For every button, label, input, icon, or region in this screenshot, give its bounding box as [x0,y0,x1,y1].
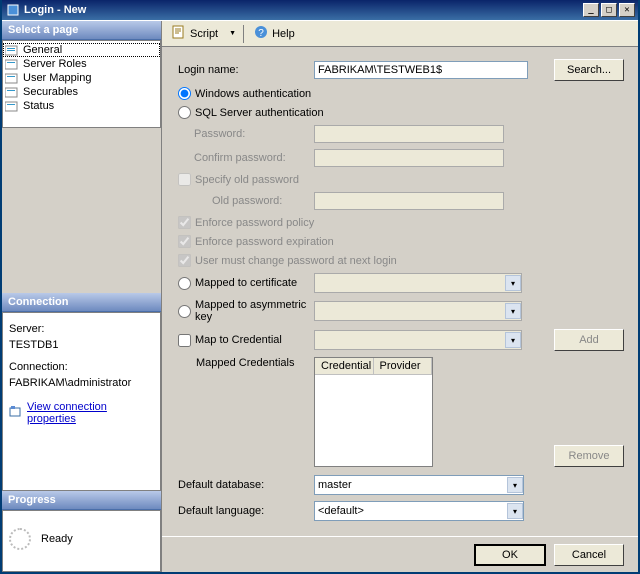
search-button[interactable]: Search... [554,59,624,81]
help-icon: ? [254,25,268,42]
map-cred-label: Map to Credential [195,334,282,346]
enforce-expiration-checkbox [178,235,191,248]
specify-old-password-checkbox [178,173,191,186]
enforce-policy-label: Enforce password policy [195,217,314,229]
progress-panel: Ready [2,510,161,572]
dropdown-arrow-icon: ▾ [507,503,523,519]
default-language-value: <default> [315,505,507,517]
server-value: TESTDB1 [9,339,154,351]
ok-button[interactable]: OK [474,544,546,566]
mapped-asym-radio[interactable] [178,305,191,318]
help-button[interactable]: ? Help [248,23,301,44]
page-label: Securables [23,86,78,98]
page-label: General [23,44,62,56]
sidebar: Select a page General Server Roles User … [2,21,162,572]
script-icon [172,25,186,42]
page-icon [5,100,19,112]
script-label: Script [190,28,218,40]
maximize-button[interactable]: □ [601,3,617,17]
default-language-dropdown[interactable]: <default> ▾ [314,501,524,521]
toolbar-separator [243,25,244,43]
map-cred-checkbox[interactable] [178,334,191,347]
specify-old-password-label: Specify old password [195,174,299,186]
password-input [314,125,504,143]
connection-props-icon [9,405,23,422]
page-label: Status [23,100,54,112]
must-change-checkbox [178,254,191,267]
windows-auth-label: Windows authentication [195,88,311,100]
mapped-asym-label: Mapped to asymmetric key [195,299,314,323]
select-page-header: Select a page [2,21,161,40]
mapped-credentials-label: Mapped Credentials [178,357,314,369]
cancel-button[interactable]: Cancel [554,544,624,566]
page-label: User Mapping [23,72,91,84]
credential-column-header: Credential [315,358,374,374]
default-database-label: Default database: [178,479,314,491]
page-icon [5,44,19,56]
mapped-credentials-grid[interactable]: Credential Provider [314,357,433,467]
server-label: Server: [9,323,154,335]
page-icon [5,72,19,84]
windows-auth-radio[interactable] [178,87,191,100]
remove-button: Remove [554,445,624,467]
progress-header: Progress [2,491,161,510]
svg-text:?: ? [258,28,264,39]
old-password-input [314,192,504,210]
progress-spinner-icon [9,528,31,550]
map-cred-dropdown: ▾ [314,330,522,350]
password-label: Password: [178,128,314,140]
dropdown-arrow-icon: ▾ [507,477,523,493]
sidebar-item-status[interactable]: Status [3,99,160,113]
script-dropdown-arrow[interactable]: ▼ [226,30,239,37]
must-change-label: User must change password at next login [195,255,397,267]
add-button: Add [554,329,624,351]
sql-auth-label: SQL Server authentication [195,107,324,119]
sidebar-item-securables[interactable]: Securables [3,85,160,99]
connection-label: Connection: [9,361,154,373]
confirm-password-input [314,149,504,167]
login-name-input[interactable] [314,61,528,79]
connection-value: FABRIKAM\administrator [9,377,154,389]
page-icon [5,58,19,70]
close-button[interactable]: ✕ [619,3,635,17]
connection-header: Connection [2,293,161,312]
minimize-button[interactable]: _ [583,3,599,17]
default-database-dropdown[interactable]: master ▾ [314,475,524,495]
connection-panel: Server: TESTDB1 Connection: FABRIKAM\adm… [2,312,161,491]
sidebar-item-user-mapping[interactable]: User Mapping [3,71,160,85]
mapped-asym-dropdown: ▾ [314,301,522,321]
provider-column-header: Provider [374,358,433,374]
page-list: General Server Roles User Mapping Secura… [2,40,161,128]
enforce-expiration-label: Enforce password expiration [195,236,334,248]
mapped-cert-label: Mapped to certificate [195,277,297,289]
sidebar-item-server-roles[interactable]: Server Roles [3,57,160,71]
app-icon [6,3,20,17]
script-button[interactable]: Script [166,23,224,44]
progress-state: Ready [41,533,73,545]
confirm-password-label: Confirm password: [178,152,314,164]
view-connection-properties-link[interactable]: View connection properties [27,401,154,425]
old-password-label: Old password: [178,195,314,207]
enforce-policy-checkbox [178,216,191,229]
mapped-cert-dropdown: ▾ [314,273,522,293]
default-database-value: master [315,479,507,491]
toolbar: Script ▼ ? Help [162,21,638,47]
mapped-cert-radio[interactable] [178,277,191,290]
sidebar-item-general[interactable]: General [3,43,160,57]
help-label: Help [272,28,295,40]
window-title: Login - New [24,4,581,16]
page-label: Server Roles [23,58,87,70]
default-language-label: Default language: [178,505,314,517]
titlebar: Login - New _ □ ✕ [2,0,638,20]
login-name-label: Login name: [178,64,314,76]
page-icon [5,86,19,98]
sql-auth-radio[interactable] [178,106,191,119]
